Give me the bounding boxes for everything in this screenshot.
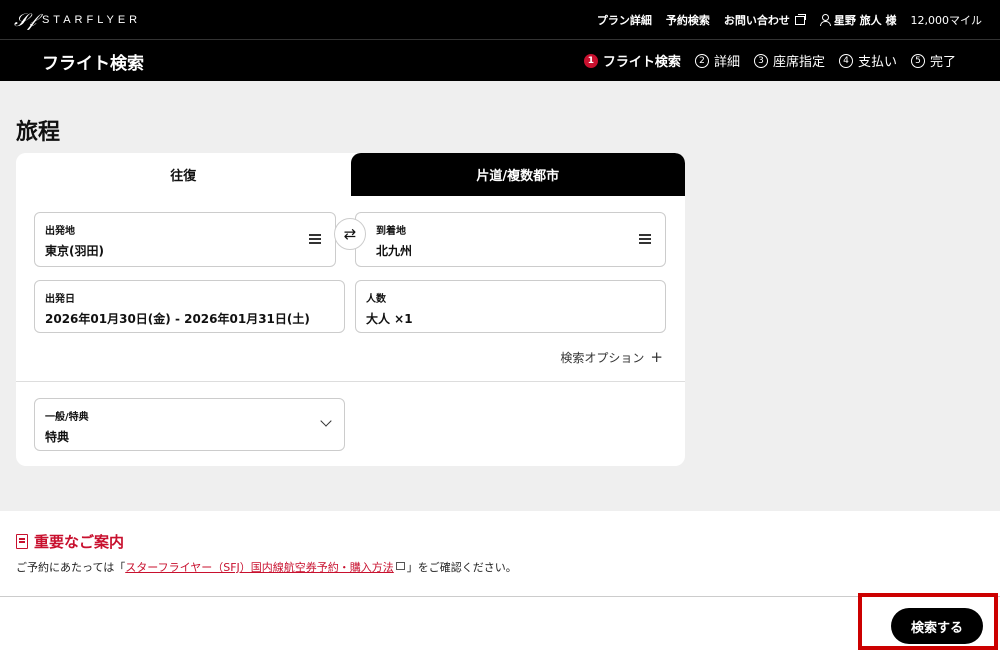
passengers-value: 大人 ×1 bbox=[366, 312, 413, 326]
notice-title: 重要なご案内 bbox=[34, 533, 125, 551]
list-icon[interactable] bbox=[309, 234, 321, 244]
miles-balance: 12,000マイル bbox=[910, 14, 983, 27]
step-payment: 4 支払い bbox=[838, 51, 897, 70]
list-icon[interactable] bbox=[639, 234, 651, 244]
nav-contact[interactable]: お問い合わせ bbox=[723, 12, 806, 28]
booking-guide-link[interactable]: スターフライヤー（SFJ）国内線航空券予約・購入方法 bbox=[125, 561, 394, 574]
search-button-highlight: 検索する bbox=[858, 593, 998, 650]
step-number: 5 bbox=[910, 53, 925, 68]
departure-date-field[interactable]: 出発日 2026年01月30日(金) - 2026年01月31日(土) bbox=[34, 280, 345, 333]
step-complete: 5 完了 bbox=[910, 51, 956, 70]
divider bbox=[16, 381, 685, 382]
important-notice: 重要なご案内 ご予約にあたっては「スターフライヤー（SFJ）国内線航空券予約・購… bbox=[0, 511, 1000, 596]
step-flight-search: 1 フライト検索 bbox=[583, 51, 681, 70]
step-label: 座席指定 bbox=[772, 55, 825, 70]
nav-user[interactable]: 星野 旅人 様 bbox=[819, 12, 897, 28]
page-title: フライト検索 bbox=[42, 54, 144, 74]
departure-label: 出発地 bbox=[45, 226, 75, 237]
top-bar: 𝒮𝒻 STARFLYER プラン詳細 予約検索 お問い合わせ 星野 旅人 様 1… bbox=[0, 0, 1000, 40]
arrival-value: 北九州 bbox=[376, 244, 413, 258]
document-icon bbox=[16, 534, 28, 549]
chevron-down-icon bbox=[320, 415, 332, 427]
nav-contact-label: お問い合わせ bbox=[723, 14, 790, 27]
search-options-label: 検索オプション bbox=[560, 350, 645, 365]
itinerary-heading: 旅程 bbox=[16, 120, 61, 145]
tab-one-way-multi-city[interactable]: 片道/複数都市 bbox=[350, 153, 685, 196]
step-number: 3 bbox=[753, 53, 768, 68]
logo-text: STARFLYER bbox=[41, 14, 142, 26]
notice-text: ご予約にあたっては「スターフライヤー（SFJ）国内線航空券予約・購入方法 」をご確… bbox=[16, 559, 517, 575]
step-number: 2 bbox=[694, 53, 709, 68]
date-label: 出発日 bbox=[45, 294, 75, 305]
departure-value: 東京(羽田) bbox=[45, 244, 104, 258]
step-number: 4 bbox=[838, 53, 853, 68]
main-content: 旅程 往復 片道/複数都市 出発地 東京(羽田) 到着地 北九州 ⇄ 出発日 2… bbox=[0, 81, 1000, 511]
date-value: 2026年01月30日(金) - 2026年01月31日(土) bbox=[45, 312, 310, 326]
passengers-label: 人数 bbox=[366, 294, 386, 305]
step-details: 2 詳細 bbox=[694, 51, 740, 70]
notice-title-row: 重要なご案内 bbox=[16, 531, 124, 552]
swap-airports-button[interactable]: ⇄ bbox=[334, 218, 366, 250]
nav-plan-details[interactable]: プラン詳細 bbox=[597, 12, 652, 28]
step-number: 1 bbox=[583, 53, 598, 68]
external-link-icon bbox=[794, 13, 806, 25]
itinerary-card: 往復 片道/複数都市 出発地 東京(羽田) 到着地 北九州 ⇄ 出発日 2026… bbox=[16, 153, 685, 466]
arrival-label: 到着地 bbox=[376, 226, 406, 237]
tab-round-trip[interactable]: 往復 bbox=[16, 153, 351, 196]
step-label: 完了 bbox=[929, 55, 956, 70]
logo-mark-icon: 𝒮𝒻 bbox=[14, 9, 36, 31]
external-link-icon bbox=[395, 562, 405, 570]
arrival-field[interactable]: 到着地 北九州 bbox=[355, 212, 666, 267]
user-icon bbox=[819, 14, 831, 26]
nav-booking-search[interactable]: 予約検索 bbox=[666, 12, 710, 28]
notice-text-before: ご予約にあたっては「 bbox=[16, 561, 126, 574]
trip-type-tabs: 往復 片道/複数都市 bbox=[16, 153, 685, 196]
search-options-toggle[interactable]: 検索オプション + bbox=[560, 348, 663, 366]
passengers-field[interactable]: 人数 大人 ×1 bbox=[355, 280, 666, 333]
starflyer-logo[interactable]: 𝒮𝒻 STARFLYER bbox=[14, 8, 141, 32]
search-button[interactable]: 検索する bbox=[891, 608, 983, 644]
departure-field[interactable]: 出発地 東京(羽田) bbox=[34, 212, 336, 267]
step-label: 詳細 bbox=[713, 55, 740, 70]
step-seat-selection: 3 座席指定 bbox=[753, 51, 825, 70]
notice-text-after: 」をご確認ください。 bbox=[406, 561, 517, 574]
top-nav: プラン詳細 予約検索 お問い合わせ 星野 旅人 様 12,000マイル bbox=[597, 0, 982, 40]
user-name: 星野 旅人 様 bbox=[833, 14, 897, 27]
step-label: 支払い bbox=[857, 55, 897, 70]
step-label: フライト検索 bbox=[602, 55, 681, 70]
plus-icon: + bbox=[650, 348, 663, 366]
fare-type-label: 一般/特典 bbox=[45, 412, 89, 423]
sub-header: フライト検索 1 フライト検索 2 詳細 3 座席指定 4 支払い 5 完了 bbox=[0, 40, 1000, 81]
swap-icon: ⇄ bbox=[343, 225, 357, 243]
fare-type-value: 特典 bbox=[45, 430, 70, 444]
footer-bar: 検索する bbox=[0, 593, 1000, 650]
progress-steps: 1 フライト検索 2 詳細 3 座席指定 4 支払い 5 完了 bbox=[583, 40, 956, 81]
fare-type-select[interactable]: 一般/特典 特典 bbox=[34, 398, 345, 451]
